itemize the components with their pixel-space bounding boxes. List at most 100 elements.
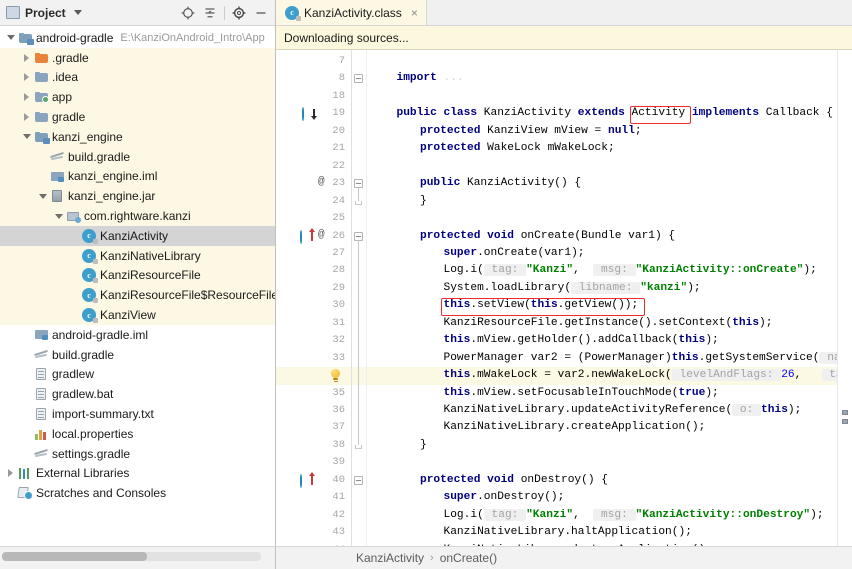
code-line[interactable]: KanziResourceFile.getInstance().setConte…: [444, 315, 773, 332]
code-line[interactable]: super.onCreate(var1);: [444, 245, 585, 262]
code-line[interactable]: KanziNativeLibrary.destroyApplication();: [444, 542, 713, 546]
code-line[interactable]: this.mWakeLock = var2.newWakeLock( level…: [444, 367, 837, 384]
locate-icon[interactable]: [178, 3, 198, 23]
tree-node-kanziview[interactable]: c KanziView: [0, 305, 275, 325]
tree-node-gradlew-bat[interactable]: gradlew.bat: [0, 384, 275, 404]
main-area: Project android-gradle E:\KanziOnAndroid…: [0, 0, 852, 546]
fold-region-line: [358, 239, 359, 445]
chevron-right-icon[interactable]: [20, 53, 33, 62]
code-line[interactable]: this.mView.setFocusableInTouchMode(true)…: [444, 385, 719, 402]
chevron-right-icon[interactable]: [20, 113, 33, 122]
chevron-down-icon[interactable]: [52, 213, 65, 219]
tree-node-scratches-and-consoles[interactable]: Scratches and Consoles: [0, 483, 275, 503]
stripe-marker: [842, 419, 848, 424]
code-token: super: [443, 246, 478, 259]
project-hscroll-area[interactable]: [0, 547, 276, 569]
code-line[interactable]: PowerManager var2 = (PowerManager)this.g…: [443, 350, 837, 367]
tree-node-kanziresourcefile[interactable]: c KanziResourceFile: [0, 265, 275, 286]
tree-node-kanzi-engine-iml[interactable]: kanzi_engine.iml: [0, 166, 275, 187]
code-viewport[interactable]: import ... public class KanziActivity ext…: [367, 50, 837, 546]
tree-node-label: com.rightware.kanzi: [84, 209, 191, 224]
project-tree[interactable]: android-gradle E:\KanziOnAndroid_Intro\Ap…: [0, 26, 275, 546]
tree-node-android-gradle-iml[interactable]: android-gradle.iml: [0, 325, 275, 345]
collapse-all-icon[interactable]: [200, 3, 220, 23]
tree-node-idea[interactable]: .idea: [0, 67, 275, 88]
chevron-down-icon[interactable]: [36, 193, 49, 199]
tree-node-build-gradle[interactable]: build.gradle: [0, 345, 275, 365]
override-annotation-marker[interactable]: @: [318, 176, 325, 188]
override-annotation-marker[interactable]: @: [318, 229, 325, 241]
code-line[interactable]: protected WakeLock mWakeLock;: [420, 140, 615, 157]
tree-node-android-gradle[interactable]: android-gradle E:\KanziOnAndroid_Intro\Ap…: [0, 28, 275, 48]
code-line[interactable]: super.onDestroy();: [444, 489, 565, 506]
code-token: ...: [443, 72, 464, 85]
code-line[interactable]: Log.i( tag: "Kanzi", msg: "KanziActivity…: [444, 507, 824, 524]
code-token: .onCreate(var1);: [477, 246, 585, 259]
code-line[interactable]: this.mView.getHolder().addCallback(this)…: [444, 332, 719, 349]
fold-toggle[interactable]: [354, 475, 363, 485]
hide-icon[interactable]: [251, 3, 271, 23]
horizontal-scrollbar[interactable]: [2, 552, 261, 561]
code-line[interactable]: protected void onCreate(Bundle var1) {: [420, 228, 675, 245]
intention-bulb-icon[interactable]: [330, 369, 341, 383]
tree-node-kanzinativelibrary[interactable]: c KanziNativeLibrary: [0, 245, 275, 266]
tree-node-kanzi-engine-jar[interactable]: kanzi_engine.jar: [0, 186, 275, 207]
tree-node-com-rightware-kanzi[interactable]: com.rightware.kanzi: [0, 206, 275, 226]
tree-node-import-summary-txt[interactable]: import-summary.txt: [0, 404, 275, 424]
tree-node-kanzi-engine[interactable]: kanzi_engine: [0, 126, 275, 147]
code-line[interactable]: public KanziActivity() {: [420, 175, 581, 192]
code-line[interactable]: protected void onDestroy() {: [420, 472, 608, 489]
tree-node-external-libraries[interactable]: External Libraries: [0, 464, 275, 484]
code-line[interactable]: KanziNativeLibrary.updateActivityReferen…: [443, 402, 801, 419]
code-line[interactable]: KanziNativeLibrary.createApplication();: [444, 419, 706, 436]
code-line[interactable]: }: [420, 193, 427, 210]
chevron-right-icon[interactable]: [4, 469, 17, 478]
code-token: KanziView mView =: [487, 124, 608, 137]
code-token: implements: [691, 107, 766, 120]
fold-region-line: [358, 187, 359, 201]
project-panel-title[interactable]: Project: [6, 6, 82, 20]
breadcrumb-separator: ›: [430, 552, 434, 564]
tree-node-gradle[interactable]: gradle: [0, 107, 275, 127]
fold-toggle[interactable]: [354, 74, 363, 84]
error-stripe-marker-bar[interactable]: [837, 50, 852, 546]
chevron-down-icon[interactable]: [20, 134, 33, 140]
code-token: KanziNativeLibrary.updateActivityReferen…: [443, 404, 733, 416]
chevron-down-icon[interactable]: [4, 35, 17, 41]
tree-node-app[interactable]: app: [0, 87, 275, 108]
tree-node-kanziactivity[interactable]: c KanziActivity: [0, 225, 275, 246]
tree-node-build-gradle[interactable]: build.gradle: [0, 146, 275, 167]
breadcrumb-method[interactable]: onCreate(): [440, 551, 497, 565]
chevron-down-icon[interactable]: [73, 10, 82, 15]
implemented-method-icon[interactable]: [302, 107, 320, 122]
class-icon: c: [81, 228, 98, 244]
tree-node-settings-gradle[interactable]: settings.gradle: [0, 444, 275, 464]
code-token: PowerManager var2 = (PowerManager): [443, 351, 672, 364]
chevron-right-icon[interactable]: [20, 73, 33, 82]
code-line[interactable]: System.loadLibrary( libname: "kanzi");: [444, 280, 701, 297]
code-line[interactable]: this.setView(this.getView());: [444, 297, 639, 314]
tree-node-gradle[interactable]: .gradle: [0, 47, 275, 68]
code-editor[interactable]: 7818192021222324252627282930313233343536…: [276, 50, 852, 546]
close-icon[interactable]: ×: [411, 6, 418, 20]
iml-file-icon: [33, 328, 49, 342]
code-line[interactable]: }: [420, 437, 427, 454]
code-line[interactable]: protected KanziView mView = null;: [420, 123, 642, 140]
code-line[interactable]: Log.i( tag: "Kanzi", msg: "KanziActivity…: [444, 262, 817, 279]
breadcrumb[interactable]: KanziActivity › onCreate(): [276, 551, 497, 565]
code-line[interactable]: KanziNativeLibrary.haltApplication();: [444, 524, 692, 541]
code-line[interactable]: public class KanziActivity extends Activ…: [397, 105, 833, 122]
fold-strip[interactable]: [352, 50, 367, 546]
overriding-method-icon[interactable]: [300, 471, 318, 488]
overriding-method-icon[interactable]: [300, 227, 318, 244]
editor-tab-kanziactivity[interactable]: c KanziActivity.class ×: [276, 0, 427, 25]
code-line[interactable]: import ...: [397, 70, 464, 87]
editor-gutter[interactable]: 7818192021222324252627282930313233343536…: [276, 50, 352, 546]
scrollbar-thumb[interactable]: [2, 552, 148, 561]
breadcrumb-class[interactable]: KanziActivity: [356, 551, 424, 565]
tree-node-local-properties[interactable]: local.properties: [0, 424, 275, 444]
settings-gear-icon[interactable]: [229, 3, 249, 23]
chevron-right-icon[interactable]: [20, 93, 33, 102]
tree-node-kanziresourcefile-resourcefile[interactable]: c KanziResourceFile$ResourceFile: [0, 285, 275, 306]
tree-node-gradlew[interactable]: gradlew: [0, 365, 275, 385]
